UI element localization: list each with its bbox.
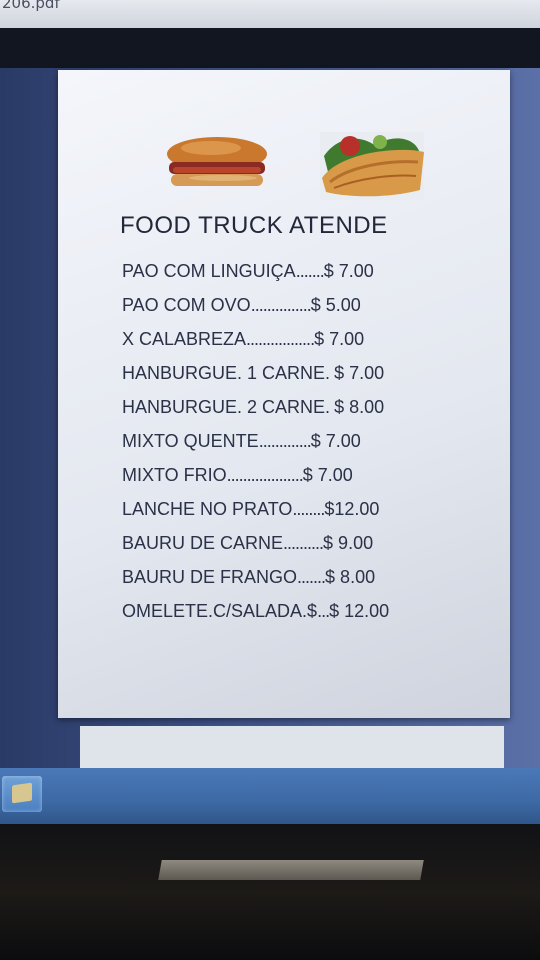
menu-item: HANBURGUE. 2 CARNE. $ 8.00	[122, 397, 385, 417]
menu-item: BAURU DE FRANGO.......$ 8.00	[122, 567, 376, 587]
menu-item: LANCHE NO PRATO........$12.00	[122, 499, 380, 519]
menu-list: PAO COM LINGUIÇA.......$ 7.00 PAO COM OV…	[122, 254, 389, 628]
monitor-bezel-label	[158, 860, 424, 880]
pdf-page: FOOD TRUCK ATENDE PAO COM LINGUIÇA......…	[58, 70, 510, 718]
menu-item: OMELETE.C/SALADA.$...$ 12.00	[122, 601, 390, 621]
viewer-top-shadow	[0, 28, 540, 68]
window-title: 206.pdf	[2, 0, 60, 12]
menu-item: X CALABREZA.................$ 7.00	[122, 329, 365, 349]
next-pdf-page	[80, 726, 504, 770]
monitor-bezel	[0, 824, 540, 960]
menu-item: PAO COM LINGUIÇA.......$ 7.00	[122, 261, 374, 281]
menu-item: HANBURGUE. 1 CARNE. $ 7.00	[122, 363, 385, 383]
menu-item: MIXTO QUENTE.............$ 7.00	[122, 431, 361, 451]
window-titlebar: 206.pdf	[0, 0, 540, 29]
menu-heading: FOOD TRUCK ATENDE	[120, 212, 388, 239]
sandwich-image	[167, 137, 267, 186]
menu-item: BAURU DE CARNE..........$ 9.00	[122, 533, 374, 553]
taskbar	[0, 768, 540, 824]
menu-item: PAO COM OVO...............$ 5.00	[122, 295, 361, 315]
omelet-image	[320, 132, 424, 200]
folder-icon	[12, 782, 32, 804]
menu-item: MIXTO FRIO...................$ 7.00	[122, 465, 353, 485]
start-button-icon[interactable]	[2, 776, 42, 812]
